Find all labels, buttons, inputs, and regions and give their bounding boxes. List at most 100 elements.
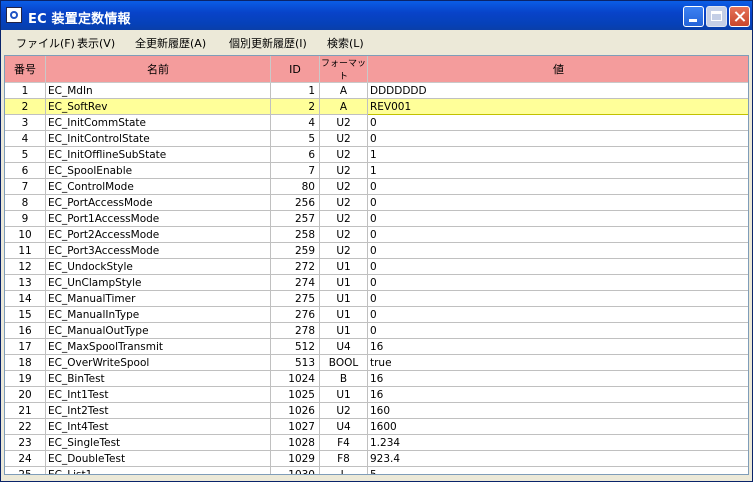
row-name: EC_Port3AccessMode [45, 242, 271, 259]
row-number: 23 [5, 434, 46, 451]
row-id: 1029 [270, 450, 320, 467]
row-id: 1024 [270, 370, 320, 387]
row-number: 16 [5, 322, 46, 339]
table-row[interactable]: 16 EC_ManualOutType 278 U1 0 [5, 322, 748, 339]
row-id: 256 [270, 194, 320, 211]
column-header-number[interactable]: 番号 [5, 56, 46, 83]
table-row[interactable]: 1 EC_MdIn 1 A DDDDDDD [5, 82, 748, 99]
table-row[interactable]: 20 EC_Int1Test 1025 U1 16 [5, 386, 748, 403]
table-row[interactable]: 13 EC_UnClampStyle 274 U1 0 [5, 274, 748, 291]
menu-view[interactable]: 表示(V) [77, 35, 115, 51]
row-name: EC_InitCommState [45, 114, 271, 131]
title-bar[interactable]: EC 装置定数情報 [1, 1, 752, 30]
app-icon[interactable] [6, 7, 22, 23]
table-row[interactable]: 24 EC_DoubleTest 1029 F8 923.4 [5, 450, 748, 467]
table-row[interactable]: 3 EC_InitCommState 4 U2 0 [5, 114, 748, 131]
row-value: 1600 [367, 418, 748, 435]
table-row[interactable]: 2 EC_SoftRev 2 A REV001 [5, 98, 748, 115]
row-value: true [367, 354, 748, 371]
row-name: EC_MaxSpoolTransmit [45, 338, 271, 355]
row-name: EC_Int1Test [45, 386, 271, 403]
table-row[interactable]: 10 EC_Port2AccessMode 258 U2 0 [5, 226, 748, 243]
row-id: 513 [270, 354, 320, 371]
row-value: 16 [367, 370, 748, 387]
minimize-button[interactable] [683, 6, 704, 27]
row-number: 12 [5, 258, 46, 275]
row-format: L [319, 466, 368, 474]
row-value: 0 [367, 290, 748, 307]
row-id: 258 [270, 226, 320, 243]
row-format: U1 [319, 290, 368, 307]
row-value: 0 [367, 258, 748, 275]
constants-list[interactable]: 番号 名前 ID フォーマット 値 1 EC_MdIn 1 A DDDDDDD 2 EC_S… [4, 55, 749, 475]
table-row[interactable]: 4 EC_InitControlState 5 U2 0 [5, 130, 748, 147]
table-row[interactable]: 15 EC_ManualInType 276 U1 0 [5, 306, 748, 323]
table-row[interactable]: 19 EC_BinTest 1024 B 16 [5, 370, 748, 387]
row-id: 275 [270, 290, 320, 307]
table-row[interactable]: 18 EC_OverWriteSpool 513 BOOL true [5, 354, 748, 371]
table-row[interactable]: 14 EC_ManualTimer 275 U1 0 [5, 290, 748, 307]
row-value: 1 [367, 146, 748, 163]
row-name: EC_OverWriteSpool [45, 354, 271, 371]
row-id: 80 [270, 178, 320, 195]
row-value: 0 [367, 322, 748, 339]
table-row[interactable]: 9 EC_Port1AccessMode 257 U2 0 [5, 210, 748, 227]
row-value: 0 [367, 114, 748, 131]
row-id: 272 [270, 258, 320, 275]
row-name: EC_PortAccessMode [45, 194, 271, 211]
row-name: EC_DoubleTest [45, 450, 271, 467]
row-id: 1025 [270, 386, 320, 403]
maximize-button[interactable] [706, 6, 727, 27]
row-id: 1026 [270, 402, 320, 419]
row-value: 923.4 [367, 450, 748, 467]
table-row[interactable]: 21 EC_Int2Test 1026 U2 160 [5, 402, 748, 419]
table-row[interactable]: 11 EC_Port3AccessMode 259 U2 0 [5, 242, 748, 259]
row-value: 1 [367, 162, 748, 179]
row-format: U1 [319, 306, 368, 323]
row-name: EC_InitOfflineSubState [45, 146, 271, 163]
table-row[interactable]: 17 EC_MaxSpoolTransmit 512 U4 16 [5, 338, 748, 355]
row-format: U1 [319, 386, 368, 403]
close-button[interactable] [729, 6, 750, 27]
menu-file[interactable]: ファイル(F) [16, 35, 75, 51]
row-name: EC_UndockStyle [45, 258, 271, 275]
row-name: EC_SingleTest [45, 434, 271, 451]
row-format: U2 [319, 162, 368, 179]
row-format: BOOL [319, 354, 368, 371]
row-format: U2 [319, 194, 368, 211]
row-format: U1 [319, 258, 368, 275]
table-row[interactable]: 5 EC_InitOfflineSubState 6 U2 1 [5, 146, 748, 163]
table-row[interactable]: 22 EC_Int4Test 1027 U4 1600 [5, 418, 748, 435]
column-header-name[interactable]: 名前 [45, 56, 271, 83]
column-header-id[interactable]: ID [270, 56, 320, 83]
row-name: EC_ControlMode [45, 178, 271, 195]
row-format: U2 [319, 178, 368, 195]
row-format: A [319, 98, 368, 115]
table-row[interactable]: 23 EC_SingleTest 1028 F4 1.234 [5, 434, 748, 451]
row-number: 22 [5, 418, 46, 435]
table-row[interactable]: 8 EC_PortAccessMode 256 U2 0 [5, 194, 748, 211]
table-row[interactable]: 12 EC_UndockStyle 272 U1 0 [5, 258, 748, 275]
row-id: 1028 [270, 434, 320, 451]
row-id: 259 [270, 242, 320, 259]
column-header-value[interactable]: 値 [367, 56, 748, 83]
row-number: 10 [5, 226, 46, 243]
row-number: 1 [5, 82, 46, 99]
column-header-format[interactable]: フォーマット [319, 56, 368, 83]
row-number: 9 [5, 210, 46, 227]
row-id: 512 [270, 338, 320, 355]
row-format: F4 [319, 434, 368, 451]
table-row[interactable]: 25 EC_List1 1030 L 5 [5, 466, 748, 474]
row-name: EC_ManualInType [45, 306, 271, 323]
menu-individual-update-history[interactable]: 個別更新履歴(I) [229, 35, 307, 51]
table-row[interactable]: 7 EC_ControlMode 80 U2 0 [5, 178, 748, 195]
row-number: 14 [5, 290, 46, 307]
row-name: EC_List1 [45, 466, 271, 474]
row-id: 2 [270, 98, 320, 115]
menu-bar: ファイル(F) 表示(V) 全更新履歴(A) 個別更新履歴(I) 検索(L) [1, 30, 752, 54]
row-name: EC_BinTest [45, 370, 271, 387]
menu-all-update-history[interactable]: 全更新履歴(A) [135, 35, 206, 51]
table-row[interactable]: 6 EC_SpoolEnable 7 U2 1 [5, 162, 748, 179]
row-value: 0 [367, 130, 748, 147]
menu-search[interactable]: 検索(L) [327, 35, 364, 51]
